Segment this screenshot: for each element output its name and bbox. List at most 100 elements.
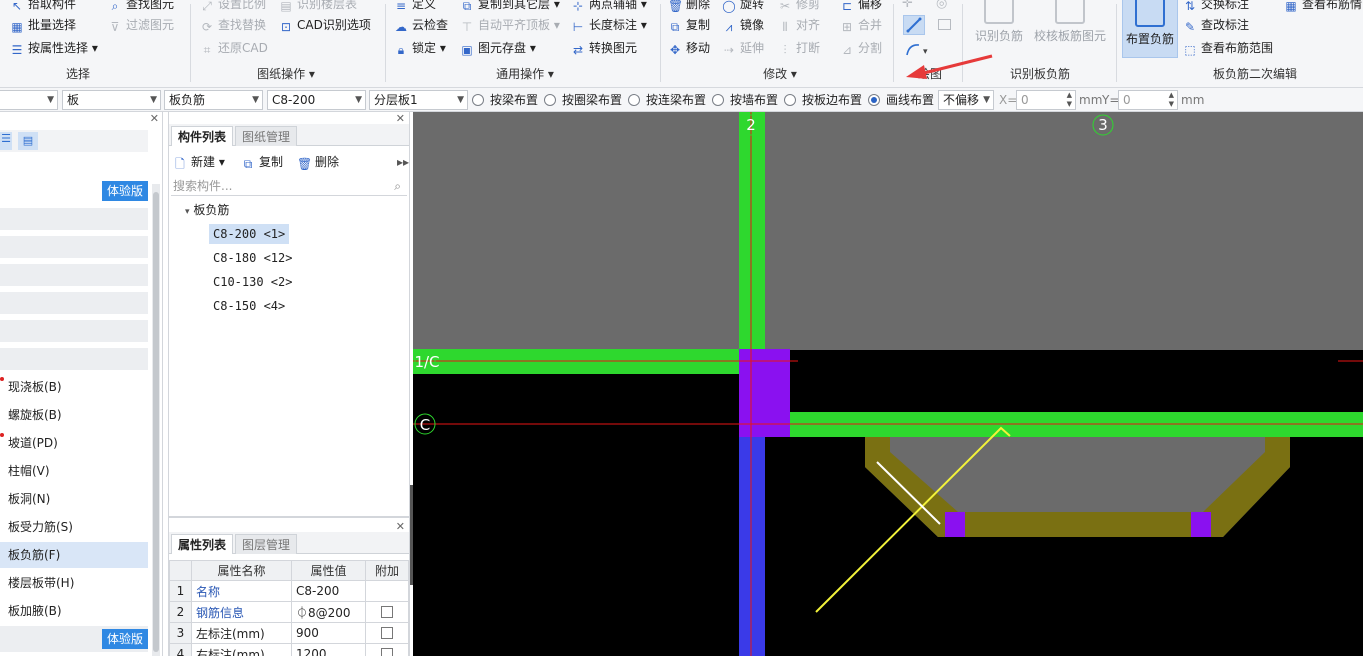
- category-item-slab-stress-rebar[interactable]: 板受力筋(S): [0, 514, 148, 540]
- radio-by-ring-beam[interactable]: 按圈梁布置: [544, 92, 622, 110]
- scrollbar-thumb[interactable]: [153, 192, 159, 652]
- offset-button[interactable]: ⊏ 偏移: [840, 0, 882, 14]
- delete-component-button[interactable]: 🗑︎ 删除: [297, 152, 339, 172]
- merge-button[interactable]: ⊞ 合并: [840, 15, 882, 35]
- collapsed-category[interactable]: [0, 264, 148, 286]
- collapsed-category[interactable]: [0, 348, 148, 370]
- tree-item-c8-200[interactable]: C8-200 <1>: [209, 224, 290, 244]
- category-item-floor-slab-band[interactable]: 楼层板带(H): [0, 570, 148, 596]
- radio-by-slab-edge[interactable]: 按板边布置: [784, 92, 862, 110]
- trial-version-badge[interactable]: 体验版: [102, 181, 148, 201]
- lock-button[interactable]: 🔒︎ 锁定 ▾: [394, 38, 446, 58]
- copy-to-other-floor-button[interactable]: ⧉ 复制到其它层 ▾: [460, 0, 560, 14]
- radio-by-beam[interactable]: 按梁布置: [472, 92, 538, 110]
- copy-button[interactable]: ⧉ 复制: [668, 15, 710, 35]
- rotate-button[interactable]: ◯ 旋转: [722, 0, 764, 14]
- radio-by-wall[interactable]: 按墙布置: [712, 92, 778, 110]
- detail-view-icon[interactable]: ▤: [18, 132, 38, 150]
- collapsed-category[interactable]: [0, 208, 148, 230]
- tree-item-c8-180[interactable]: C8-180 <12>: [209, 248, 296, 268]
- tree-item-c8-150[interactable]: C8-150 <4>: [209, 296, 289, 316]
- convert-element-button[interactable]: ⇄ 转换图元: [571, 38, 637, 58]
- category-item-ramp[interactable]: 坡道(PD): [0, 430, 148, 456]
- column-small[interactable]: [945, 512, 965, 537]
- trim-button[interactable]: ✂ 修剪: [778, 0, 820, 14]
- category-item-cast-slab[interactable]: 现浇板(B): [0, 374, 148, 400]
- mirror-button[interactable]: ⩘ 镜像: [722, 15, 764, 35]
- restore-cad-button[interactable]: ⌗ 还原CAD: [200, 38, 268, 58]
- category-item-column-cap[interactable]: 柱帽(V): [0, 458, 148, 484]
- element-save-button[interactable]: ▣ 图元存盘 ▾: [460, 38, 536, 58]
- property-value[interactable]: 900: [291, 622, 366, 644]
- more-tools-icon[interactable]: ▸▸: [397, 152, 409, 172]
- align-button[interactable]: ⫴ 对齐: [778, 15, 820, 35]
- two-point-axis-button[interactable]: ⊹ 两点辅轴 ▾: [571, 0, 647, 14]
- tab-component-list[interactable]: 构件列表: [171, 126, 234, 146]
- break-button[interactable]: ⫶ 打断: [778, 38, 820, 58]
- recognize-floor-table-button[interactable]: ▤ 识别楼层表: [279, 0, 357, 14]
- scrollbar[interactable]: [152, 184, 160, 656]
- find-replace-button[interactable]: ⟳ 查找替换: [200, 15, 266, 35]
- circle-tool-icon[interactable]: ◎: [936, 0, 952, 11]
- category-item-slab-hole[interactable]: 板洞(N): [0, 486, 148, 512]
- swap-label-button[interactable]: ⇅ 交换标注: [1183, 0, 1249, 14]
- filter-element-button[interactable]: ⊽ 过滤图元: [108, 15, 174, 35]
- category-item-slab-haunch[interactable]: 板加腋(B): [0, 598, 148, 624]
- list-view-icon[interactable]: ☰: [0, 132, 12, 150]
- set-scale-button[interactable]: ⤢ 设置比例: [200, 0, 266, 14]
- auto-align-top-button[interactable]: ⊤ 自动平齐顶板 ▾: [460, 15, 560, 35]
- category-item-spiral-slab[interactable]: 螺旋板(B): [0, 402, 148, 428]
- y-coordinate-input[interactable]: 0 ▲ ▼: [1118, 90, 1178, 110]
- trial-version-badge[interactable]: 体验版: [102, 629, 148, 649]
- collapsed-category[interactable]: [0, 320, 148, 342]
- split-button[interactable]: ⊿ 分割: [840, 38, 882, 58]
- extra-checkbox[interactable]: [381, 648, 393, 656]
- component-search-input[interactable]: 搜索构件... ⌕: [171, 176, 407, 196]
- extra-checkbox[interactable]: [381, 627, 393, 639]
- point-tool-icon[interactable]: ✛: [902, 0, 922, 11]
- drawing-canvas[interactable]: 2 3 1/C C: [413, 112, 1363, 656]
- tab-property-list[interactable]: 属性列表: [171, 534, 234, 554]
- cloud-check-button[interactable]: ☁ 云检查: [394, 15, 448, 35]
- radio-draw-line[interactable]: 画线布置: [868, 92, 934, 110]
- category-item-slab-negative-rebar[interactable]: 板负筋(F): [0, 542, 148, 568]
- pick-component-button[interactable]: ↖ 拾取构件: [10, 0, 76, 14]
- view-rebar-status-button[interactable]: ▦ 查看布筋情: [1284, 0, 1362, 14]
- edit-label-button[interactable]: ✎ 查改标注: [1183, 15, 1249, 35]
- close-icon[interactable]: ✕: [396, 112, 405, 125]
- length-dimension-button[interactable]: ⊢ 长度标注 ▾: [571, 15, 647, 35]
- column-small[interactable]: [1191, 512, 1211, 537]
- slab-area[interactable]: [413, 112, 1363, 350]
- rectangle-tool-icon[interactable]: [938, 19, 951, 30]
- tree-item-c10-130[interactable]: C10-130 <2>: [209, 272, 296, 292]
- check-slab-rebar-button[interactable]: 校核板筋图元: [1032, 0, 1108, 50]
- tree-root-node[interactable]: ▾ 板负筋: [181, 200, 233, 220]
- move-button[interactable]: ✥ 移动: [668, 38, 710, 58]
- find-element-button[interactable]: ⌕ 查找图元: [108, 0, 174, 14]
- offset-select[interactable]: 不偏移 ▼: [938, 90, 994, 110]
- collapsed-category[interactable]: [0, 292, 148, 314]
- batch-select-button[interactable]: ▦ 批量选择: [10, 15, 76, 35]
- view-rebar-range-button[interactable]: ⬚ 查看布筋范围: [1183, 38, 1273, 58]
- tab-layer-management[interactable]: 图层管理: [235, 534, 298, 554]
- collapsed-category[interactable]: [0, 236, 148, 258]
- place-negative-rebar-button[interactable]: 布置负筋: [1122, 0, 1178, 58]
- property-value[interactable]: 1200: [291, 643, 366, 656]
- beam-brown-bottom[interactable]: [958, 512, 1203, 537]
- copy-component-button[interactable]: ⧉ 复制: [241, 152, 283, 172]
- extend-button[interactable]: ⇢ 延伸: [722, 38, 764, 58]
- x-coordinate-input[interactable]: 0 ▲ ▼: [1016, 90, 1076, 110]
- property-value[interactable]: C8-200: [291, 580, 366, 602]
- floor-select[interactable]: ▼: [0, 90, 58, 110]
- beam-vertical[interactable]: [739, 112, 765, 350]
- element-type-select[interactable]: 板 ▼: [62, 90, 161, 110]
- close-icon[interactable]: ✕: [150, 112, 159, 125]
- component-name-select[interactable]: C8-200 ▼: [267, 90, 366, 110]
- property-value[interactable]: ⏀8@200: [291, 601, 366, 623]
- extra-checkbox[interactable]: [381, 606, 393, 618]
- delete-button[interactable]: 🗑︎ 删除: [668, 0, 710, 14]
- tab-drawing-management[interactable]: 图纸管理: [235, 126, 298, 146]
- radio-by-link-beam[interactable]: 按连梁布置: [628, 92, 706, 110]
- define-button[interactable]: ≡ 定义: [394, 0, 436, 14]
- component-type-select[interactable]: 板负筋 ▼: [164, 90, 263, 110]
